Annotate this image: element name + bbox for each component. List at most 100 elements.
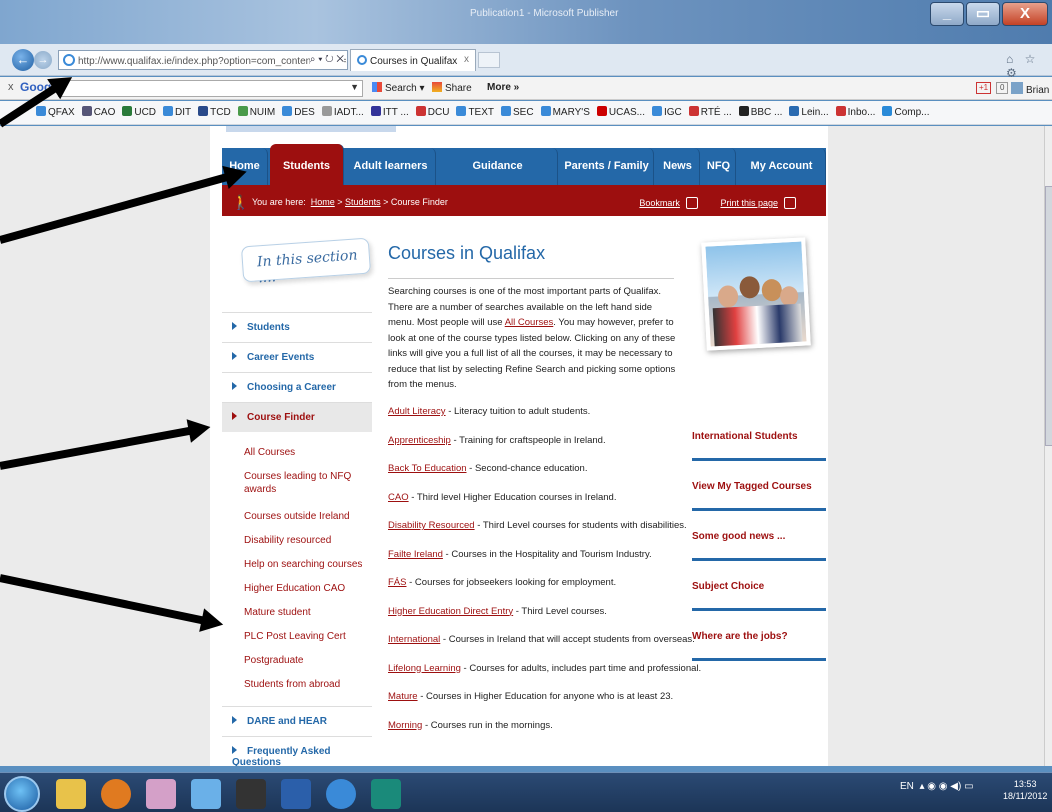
media-icon[interactable]	[236, 779, 266, 809]
bookmark-link[interactable]: Bookmark	[639, 198, 680, 208]
back-button[interactable]: ←	[12, 49, 34, 71]
course-type-link[interactable]: Apprenticeship	[388, 435, 451, 446]
favorite-item[interactable]: ITT ...	[370, 106, 409, 118]
favorite-item[interactable]: TEXT	[456, 106, 494, 118]
right-link-international-students[interactable]: International Students	[692, 431, 826, 461]
print-icon[interactable]	[784, 197, 796, 209]
favorite-item[interactable]: QFAX	[36, 106, 75, 118]
tab-adult-learners[interactable]: Adult learners	[346, 148, 436, 185]
favorite-item[interactable]: MARY'S	[540, 106, 590, 118]
tab-close-icon[interactable]: x	[464, 54, 469, 65]
favorite-item[interactable]: NUIM	[237, 106, 275, 118]
home-favorites-settings-icons[interactable]: ⌂ ☆ ⚙	[1006, 52, 1052, 80]
sidebar-item-faq[interactable]: Frequently Asked Questions	[222, 736, 372, 766]
course-type-link[interactable]: Adult Literacy	[388, 406, 446, 417]
right-link-view-my-tagged-courses[interactable]: View My Tagged Courses	[692, 481, 826, 511]
vertical-scrollbar[interactable]	[1044, 126, 1052, 766]
course-type-link[interactable]: Higher Education Direct Entry	[388, 606, 513, 617]
folder-icon[interactable]	[56, 779, 86, 809]
right-link-where-are-the-jobs[interactable]: Where are the jobs?	[692, 631, 826, 661]
favorite-item[interactable]: Inbo...	[835, 106, 875, 118]
language-indicator[interactable]: EN	[900, 781, 914, 792]
outlook-icon[interactable]	[101, 779, 131, 809]
breadcrumb-home[interactable]: Home	[311, 197, 335, 207]
share-button[interactable]: Share	[432, 82, 472, 94]
right-link-some-good-news[interactable]: Some good news ...	[692, 531, 826, 561]
tab-parents-family[interactable]: Parents / Family	[560, 148, 654, 185]
sidebar-item-dare-and-hear[interactable]: DARE and HEAR	[222, 706, 372, 736]
tab-guidance-professionals[interactable]: Guidance professionals	[438, 148, 558, 209]
sidebar-subitem[interactable]: Disability resourced	[244, 534, 364, 547]
favorite-item[interactable]: SEC	[501, 106, 534, 118]
sidebar-subitem[interactable]: Help on searching courses	[244, 558, 364, 571]
start-button[interactable]	[4, 776, 40, 812]
forward-button[interactable]: →	[34, 51, 52, 69]
more-button[interactable]: More »	[487, 82, 519, 93]
maximize-button[interactable]: ▭	[966, 2, 1000, 26]
sidebar-subitem[interactable]: Higher Education CAO	[244, 582, 364, 595]
tray-icons[interactable]: ▴ ◉ ◉ ◀) ▭	[919, 781, 973, 792]
sidebar-subitem[interactable]: Students from abroad	[244, 678, 364, 691]
minimize-button[interactable]: _	[930, 2, 964, 26]
favorite-item[interactable]: BBC ...	[738, 106, 782, 118]
course-type-link[interactable]: Lifelong Learning	[388, 663, 461, 674]
sidebar-subitem[interactable]: Mature student	[244, 606, 364, 619]
address-controls[interactable]: ⌕ ▾ ↻ ✕	[309, 54, 344, 65]
sidebar-item-choosing-a-career[interactable]: Choosing a Career	[222, 372, 372, 402]
favorite-item[interactable]: DES	[282, 106, 315, 118]
address-bar[interactable]: http://www.qualifax.ie/index.php?option=…	[58, 50, 348, 70]
course-type-link[interactable]: Failte Ireland	[388, 549, 443, 560]
favorite-item[interactable]: UCAS...	[596, 106, 645, 118]
breadcrumb-students[interactable]: Students	[345, 197, 381, 207]
favorite-item[interactable]: CAO	[81, 106, 115, 118]
course-type-link[interactable]: Disability Resourced	[388, 520, 475, 531]
favorite-item[interactable]: TCD	[198, 106, 231, 118]
sidebar-item-career-events[interactable]: Career Events	[222, 342, 372, 372]
sidebar-subitem[interactable]: Courses leading to NFQ awards	[244, 470, 364, 496]
course-type-link[interactable]: CAO	[388, 492, 409, 503]
course-type-link[interactable]: International	[388, 634, 440, 645]
favorite-item[interactable]: DIT	[163, 106, 191, 118]
toolbar-close-icon[interactable]: x	[8, 81, 14, 93]
favorite-item[interactable]: DCU	[415, 106, 449, 118]
word-icon[interactable]	[281, 779, 311, 809]
sidebar-subitem[interactable]: PLC Post Leaving Cert	[244, 630, 364, 643]
tab-my-account[interactable]: My Account	[738, 148, 826, 185]
bookmark-icon[interactable]	[685, 197, 698, 209]
tab-news[interactable]: News	[656, 148, 700, 185]
course-type-link[interactable]: FÁS	[388, 577, 406, 588]
favorite-item[interactable]: Lein...	[789, 106, 829, 118]
sidebar-item-course-finder[interactable]: Course Finder	[222, 402, 372, 432]
system-tray[interactable]: EN ▴ ◉ ◉ ◀) ▭	[900, 781, 974, 792]
chevron-down-icon[interactable]: ▼	[350, 82, 359, 92]
google-search-button[interactable]: Search ▾	[372, 82, 424, 94]
sidebar-subitem[interactable]: Courses outside Ireland	[244, 510, 364, 523]
all-courses-link[interactable]: All Courses	[505, 317, 554, 328]
sidebar-subitem[interactable]: Postgraduate	[244, 654, 364, 667]
course-type-link[interactable]: Morning	[388, 720, 422, 731]
plus-one-button[interactable]: +1	[976, 82, 992, 94]
favorite-item[interactable]: IGC	[652, 106, 682, 118]
scrollbar-thumb[interactable]	[1045, 186, 1052, 446]
tab-courses-in-qualifax[interactable]: Courses in Qualifax x	[350, 49, 476, 71]
close-button[interactable]: X	[1002, 2, 1048, 26]
print-link[interactable]: Print this page	[720, 198, 778, 208]
new-tab-button[interactable]	[478, 52, 500, 68]
favorite-item[interactable]: RTÉ ...	[688, 106, 732, 118]
course-type-link[interactable]: Back To Education	[388, 463, 467, 474]
tab-students[interactable]: Students	[270, 144, 344, 185]
user-menu[interactable]: Brian Wall ▾ 🔧	[1011, 82, 1052, 96]
network-icon[interactable]	[191, 779, 221, 809]
favorite-item[interactable]: IADT...	[321, 106, 364, 118]
ie-icon[interactable]	[326, 779, 356, 809]
sidebar-subitem[interactable]: All Courses	[244, 446, 364, 459]
publisher-icon[interactable]	[371, 779, 401, 809]
tab-nfq[interactable]: NFQ	[702, 148, 736, 185]
favorite-item[interactable]: Comp...	[882, 106, 929, 118]
sidebar-item-students[interactable]: Students	[222, 312, 372, 342]
right-link-subject-choice[interactable]: Subject Choice	[692, 581, 826, 611]
favorite-item[interactable]: UCD	[122, 106, 156, 118]
google-search-input[interactable]: ▼	[58, 80, 363, 97]
course-type-link[interactable]: Mature	[388, 691, 418, 702]
clock[interactable]: 13:53 18/11/2012	[1003, 778, 1047, 802]
